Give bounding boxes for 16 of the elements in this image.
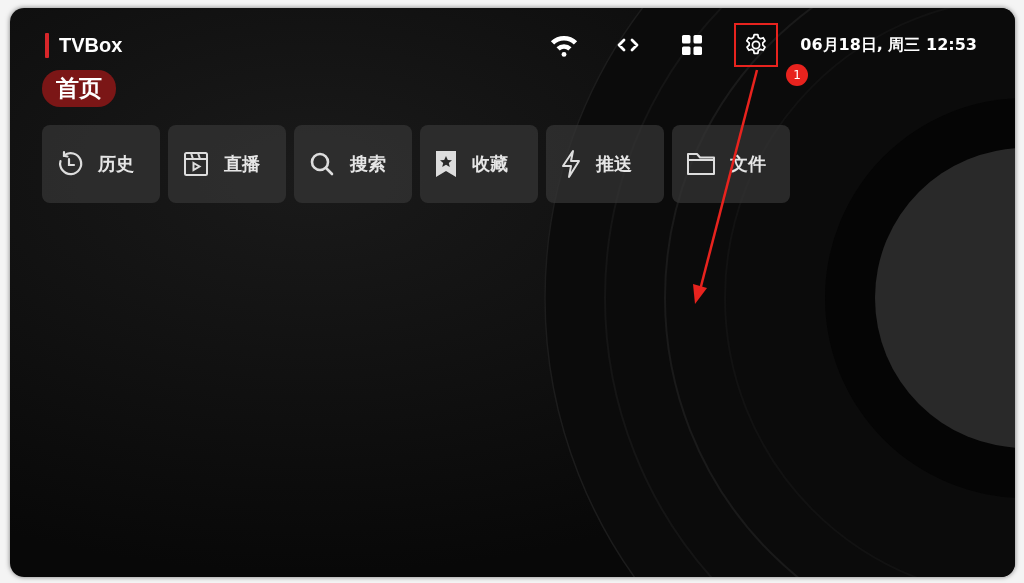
favorites-tile[interactable]: 收藏 bbox=[420, 125, 538, 203]
brand-accent-bar bbox=[45, 32, 49, 58]
history-tile[interactable]: 历史 bbox=[42, 125, 160, 203]
search-icon bbox=[308, 150, 336, 178]
settings-icon[interactable] bbox=[734, 23, 779, 67]
date-time: 06月18日, 周三 12:53 bbox=[800, 34, 977, 56]
video-player-icon bbox=[182, 150, 210, 178]
search-tile[interactable]: 搜索 bbox=[294, 125, 412, 203]
bookmark-star-icon bbox=[434, 150, 458, 178]
live-tile[interactable]: 直播 bbox=[168, 125, 286, 203]
folder-icon bbox=[686, 151, 716, 177]
home-tab[interactable]: 首页 bbox=[42, 70, 116, 107]
lightning-icon bbox=[560, 149, 582, 179]
app-title: TVBox bbox=[59, 33, 123, 57]
push-tile[interactable]: 推送 bbox=[546, 125, 664, 203]
history-icon bbox=[56, 150, 84, 178]
